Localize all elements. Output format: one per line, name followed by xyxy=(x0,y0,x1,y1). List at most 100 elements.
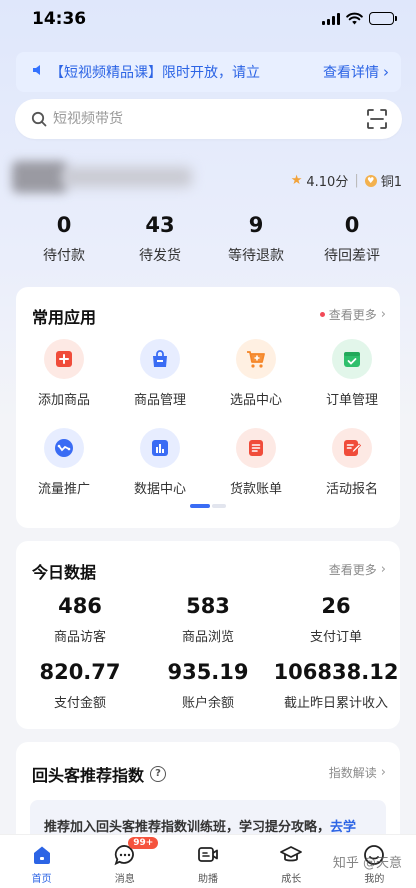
cellular-signal-icon xyxy=(322,12,340,25)
metric-account-balance[interactable]: 935.19 账户余额 xyxy=(144,659,272,725)
metric-value: 935.19 xyxy=(167,660,249,684)
stat-value: 43 xyxy=(145,213,175,237)
status-time: 14:36 xyxy=(32,9,87,29)
app-label: 数据中心 xyxy=(133,482,186,497)
index-explain-link[interactable]: 指数解读 › xyxy=(329,764,386,781)
more-label: 指数解读 xyxy=(328,766,377,780)
chevron-right-icon: › xyxy=(383,63,389,81)
app-order-manage[interactable]: 订单管理 xyxy=(304,339,400,408)
today-data-grid: 486 商品访客 583 商品浏览 26 支付订单 820.77 支付金额 93… xyxy=(16,593,400,725)
metric-value: 26 xyxy=(321,594,351,618)
metric-product-views[interactable]: 583 商品浏览 xyxy=(144,593,272,659)
stat-pending-refund[interactable]: 9 等待退款 xyxy=(208,212,304,272)
stat-value: 0 xyxy=(344,213,360,237)
search-icon xyxy=(31,111,47,127)
home-icon xyxy=(33,846,50,864)
section-title: 常用应用 xyxy=(32,308,97,327)
red-dot-icon xyxy=(319,312,325,317)
store-level: 铜1 xyxy=(380,175,402,190)
metric-label: 支付订单 xyxy=(309,630,362,645)
search-bar[interactable] xyxy=(15,99,402,139)
section-title-row: 回头客推荐指数 ? xyxy=(32,762,167,786)
app-selection-center[interactable]: 选品中心 xyxy=(208,339,304,408)
traffic-promo-icon xyxy=(44,428,84,468)
stat-pending-shipment[interactable]: 43 待发货 xyxy=(112,212,208,272)
section-title: 今日数据 xyxy=(32,563,97,582)
speaker-icon xyxy=(32,64,50,80)
common-apps-card: 常用应用 查看更多 › 添加商品 商品管理 选品中心 订单管理 流量推广 数据中… xyxy=(16,287,400,528)
tab-label: 助播 xyxy=(198,874,218,885)
metric-label: 截止昨日累计收入 xyxy=(283,696,388,711)
app-label: 货款账单 xyxy=(229,482,282,497)
stat-label: 等待退款 xyxy=(228,248,284,264)
bill-icon xyxy=(236,428,276,468)
store-rating[interactable]: ★ 4.10分 | ♥ 铜1 xyxy=(291,171,402,190)
order-check-icon xyxy=(332,339,372,379)
store-name-blurred xyxy=(12,157,194,195)
app-label: 添加商品 xyxy=(37,393,90,408)
app-label: 选品中心 xyxy=(229,393,282,408)
order-stats: 0 待付款 43 待发货 9 等待退款 0 待回差评 xyxy=(16,212,400,272)
tab-messages[interactable]: 99+ 消息 xyxy=(83,835,166,888)
status-icons xyxy=(322,12,397,25)
metric-payment-amount[interactable]: 820.77 支付金额 xyxy=(16,659,144,725)
tab-label: 首页 xyxy=(31,874,52,885)
divider: | xyxy=(354,173,359,188)
stat-pending-payment[interactable]: 0 待付款 xyxy=(16,212,112,272)
app-traffic-promotion[interactable]: 流量推广 xyxy=(16,428,112,497)
metric-value: 583 xyxy=(186,594,230,618)
tab-home[interactable]: 首页 xyxy=(0,835,83,888)
app-label: 流量推广 xyxy=(37,482,90,497)
app-add-product[interactable]: 添加商品 xyxy=(16,339,112,408)
metric-label: 账户余额 xyxy=(181,696,234,711)
metric-cumulative-income[interactable]: 106838.12 截止昨日累计收入 xyxy=(272,659,400,725)
stat-pending-bad-review[interactable]: 0 待回差评 xyxy=(304,212,400,272)
today-data-card: 今日数据 查看更多 › 486 商品访客 583 商品浏览 26 支付订单 82… xyxy=(16,541,400,729)
tab-label: 消息 xyxy=(114,874,135,885)
battery-icon xyxy=(369,12,397,25)
chevron-right-icon: › xyxy=(380,765,386,780)
metric-value: 820.77 xyxy=(39,660,121,684)
more-label: 查看更多 xyxy=(328,308,377,322)
apps-more-link[interactable]: 查看更多 › xyxy=(319,306,386,323)
chevron-right-icon: › xyxy=(380,562,386,577)
app-label: 活动报名 xyxy=(325,482,378,497)
unread-badge: 99+ xyxy=(128,837,159,849)
tip-text: 推荐加入回头客推荐指数训练班，学习提分攻略， xyxy=(44,820,331,835)
cart-icon xyxy=(236,339,276,379)
search-input[interactable] xyxy=(53,111,366,127)
stat-value: 0 xyxy=(56,213,72,237)
rating-score: 4.10分 xyxy=(306,175,349,190)
add-product-icon xyxy=(44,339,84,379)
watermark: 知乎 @天意 xyxy=(332,856,402,871)
tab-live-assist[interactable]: 助播 xyxy=(166,835,249,888)
stat-label: 待回差评 xyxy=(324,248,380,264)
app-payment-bill[interactable]: 货款账单 xyxy=(208,428,304,497)
help-icon[interactable]: ? xyxy=(150,766,167,782)
today-more-link[interactable]: 查看更多 › xyxy=(329,561,386,578)
scan-icon[interactable] xyxy=(366,108,388,130)
page-indicator xyxy=(190,504,226,508)
metric-product-visitors[interactable]: 486 商品访客 xyxy=(16,593,144,659)
notice-details-link[interactable]: 查看详情 xyxy=(323,62,379,82)
section-title: 回头客推荐指数 xyxy=(32,766,145,785)
app-data-center[interactable]: 数据中心 xyxy=(112,428,208,497)
metric-value: 106838.12 xyxy=(273,660,399,684)
app-product-manage[interactable]: 商品管理 xyxy=(112,339,208,408)
tip-link[interactable]: 去学 xyxy=(330,820,356,835)
apps-grid: 添加商品 商品管理 选品中心 订单管理 流量推广 数据中心 货款账单 活动报名 xyxy=(16,339,400,497)
notice-banner[interactable]: 【短视频精品课】限时开放，请立 查看详情 › xyxy=(16,52,401,92)
metric-paid-orders[interactable]: 26 支付订单 xyxy=(272,593,400,659)
metric-label: 商品访客 xyxy=(53,630,106,645)
notice-text: 【短视频精品课】限时开放，请立 xyxy=(50,65,260,81)
stat-label: 待付款 xyxy=(43,248,85,264)
stat-value: 9 xyxy=(248,213,264,237)
graduation-cap-icon xyxy=(280,846,303,862)
tab-growth[interactable]: 成长 xyxy=(250,835,333,888)
activity-signup-icon xyxy=(332,428,372,468)
live-assist-icon xyxy=(198,847,218,862)
more-label: 查看更多 xyxy=(328,563,377,577)
app-activity-signup[interactable]: 活动报名 xyxy=(304,428,400,497)
medal-icon: ♥ xyxy=(364,174,377,187)
star-icon: ★ xyxy=(290,173,303,188)
